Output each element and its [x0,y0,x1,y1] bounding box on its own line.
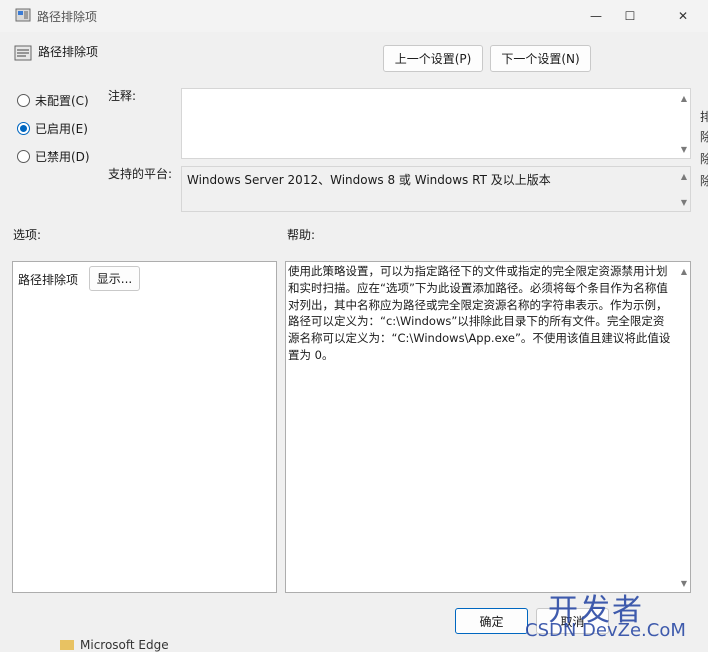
radio-label: 未配置(C) [35,94,89,108]
window-title: 路径排除项 [37,10,98,24]
options-panel [12,261,277,593]
minimize-icon: — [590,9,602,23]
close-icon: ✕ [677,9,689,23]
platform-label: 支持的平台: [108,167,173,181]
group-policy-icon [15,8,31,22]
scroll-up-icon[interactable]: ▲ [681,267,687,276]
scroll-up-icon[interactable]: ▲ [681,172,687,181]
setting-title: 路径排除项 [38,45,99,59]
background-text-fragment: 排 [700,110,708,124]
help-text: 使用此策略设置，可以为指定路径下的文件或指定的完全限定资源禁用计划和实时扫描。应… [288,264,671,362]
watermark-text: CSDN DevZe.CoM [525,620,686,641]
comment-label: 注释: [108,89,137,103]
scroll-down-icon[interactable]: ▼ [681,579,687,588]
radio-selected-icon [17,122,30,135]
radio-disabled[interactable]: 已禁用(D) [17,148,90,165]
background-tree-item: Microsoft Edge [80,638,169,652]
folder-icon [60,640,74,650]
background-text-fragment: 除 [700,152,708,166]
options-label: 选项: [13,228,42,242]
help-label: 帮助: [287,228,316,242]
platform-field: Windows Server 2012、Windows 8 或 Windows … [181,166,691,212]
title-bar: 路径排除项 — ☐ ✕ [0,0,708,32]
maximize-button[interactable]: ☐ [607,0,653,32]
platform-value: Windows Server 2012、Windows 8 或 Windows … [187,173,551,187]
show-button[interactable]: 显示... [89,266,140,291]
radio-not-configured[interactable]: 未配置(C) [17,92,89,109]
radio-button-icon [17,94,30,107]
ok-button[interactable]: 确定 [455,608,528,634]
policy-setting-icon [14,45,32,61]
previous-setting-button[interactable]: 上一个设置(P) [383,45,483,72]
radio-enabled[interactable]: 已启用(E) [17,120,88,137]
background-text-fragment: 除 [700,130,708,144]
background-text-fragment: 除 [700,174,708,188]
maximize-icon: ☐ [624,9,636,23]
next-setting-button[interactable]: 下一个设置(N) [490,45,591,72]
radio-button-icon [17,150,30,163]
scroll-up-icon[interactable]: ▲ [681,94,687,103]
radio-label: 已禁用(D) [35,150,90,164]
comment-field[interactable]: ▲ ▼ [181,88,691,159]
option-item-label: 路径排除项 [18,273,79,287]
scroll-down-icon[interactable]: ▼ [681,198,687,207]
close-button[interactable]: ✕ [660,0,706,32]
radio-label: 已启用(E) [35,122,88,136]
scroll-down-icon[interactable]: ▼ [681,145,687,154]
